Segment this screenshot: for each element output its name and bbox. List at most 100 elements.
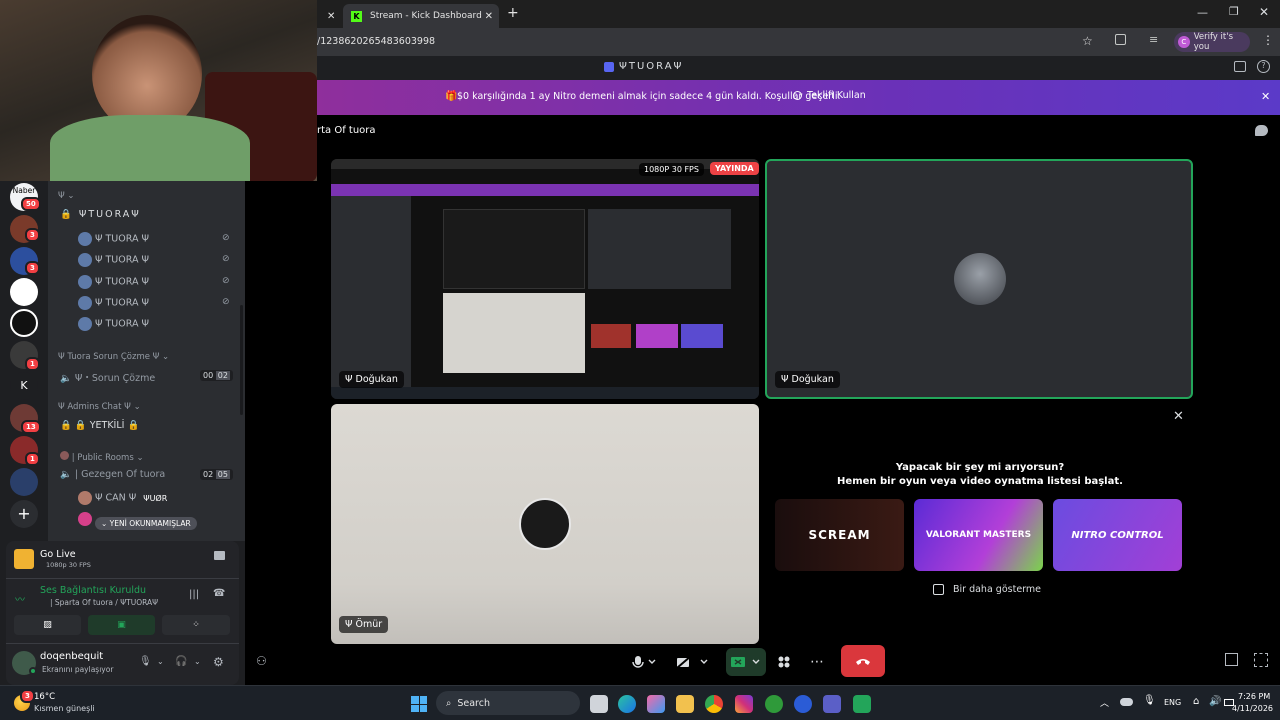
browser-tab-kick[interactable]: K Stream - Kick Dashboard ✕ [343, 4, 499, 28]
promo-button[interactable]: Teklifi Kullan [793, 90, 866, 101]
clock-date[interactable]: 4/11/2026 [1232, 704, 1273, 713]
toggle-screenshare-button[interactable]: ▣ [88, 615, 155, 635]
chevron-down-icon[interactable]: ⌄ [157, 657, 164, 666]
activity-close-icon[interactable]: ✕ [1173, 409, 1184, 424]
minimize-button[interactable]: — [1197, 6, 1208, 19]
xbox-icon[interactable] [765, 695, 783, 713]
discord-taskbar-icon[interactable] [853, 695, 871, 713]
mic-toggle-icon[interactable]: 🎙 [139, 656, 152, 667]
chat-bubble-icon[interactable] [1255, 125, 1268, 136]
stop-stream-icon[interactable] [214, 551, 225, 560]
help-icon[interactable]: ? [1257, 60, 1270, 73]
teams-icon[interactable] [823, 695, 841, 713]
activities-button[interactable] [772, 648, 796, 676]
bookmark-star-icon[interactable]: ☆ [1082, 34, 1093, 48]
username[interactable]: doqenbequit [40, 651, 103, 662]
chrome-icon[interactable] [705, 695, 723, 713]
edge-icon[interactable] [618, 695, 636, 713]
instagram-icon[interactable] [735, 695, 753, 713]
weather-desc[interactable]: Kısmen güneşli [34, 704, 95, 713]
voice-user[interactable]: Ψ TUORA Ψ [78, 296, 149, 310]
screenshare-tile[interactable]: 1080P 30 FPS YAYINDA Ψ Doğukan [331, 159, 759, 399]
category-header[interactable]: Ψ Admins Chat Ψ ⌄ [58, 402, 141, 412]
voice-user[interactable]: Ψ TUORA Ψ [78, 232, 149, 246]
browser-address-bar: /1238620265483603998 ☆ ≡ C Verify it's y… [317, 28, 1280, 56]
participant-tile[interactable]: Ψ Doğukan [765, 159, 1193, 399]
voice-channel[interactable]: 🔈 | Gezegen Of tuora [60, 469, 165, 480]
activity-card-nitro-control[interactable]: NITRO CONTROL [1053, 499, 1182, 571]
extensions-icon[interactable] [1115, 34, 1126, 45]
server-icon[interactable] [10, 278, 38, 306]
mic-tray-icon[interactable]: 🎙 [1143, 695, 1156, 706]
start-button[interactable] [411, 696, 427, 712]
toggle-camera-button[interactable]: ▨ [14, 615, 81, 635]
close-window-button[interactable]: ✕ [1259, 5, 1269, 19]
camera-button[interactable] [672, 648, 714, 676]
profile-chip[interactable]: C Verify it's you [1174, 32, 1250, 52]
screenshare-button[interactable] [726, 648, 766, 676]
participant-tile[interactable]: Ψ Ömür [331, 404, 759, 644]
lock-icon: 🔒 [60, 420, 72, 431]
server-icon[interactable] [10, 468, 38, 496]
fullscreen-icon[interactable] [1254, 653, 1268, 667]
task-view-icon[interactable] [590, 695, 608, 713]
taskbar-search[interactable]: ⌕ Search [436, 691, 580, 715]
clock-time[interactable]: 7:26 PM [1238, 692, 1270, 701]
popout-icon[interactable] [1225, 653, 1238, 666]
server-icon[interactable] [10, 309, 38, 337]
user-avatar [78, 296, 92, 310]
disconnect-voice-icon[interactable]: ☎ [213, 588, 225, 599]
copilot-icon[interactable] [647, 695, 665, 713]
tab-close-icon[interactable]: ✕ [327, 11, 335, 22]
add-friend-icon[interactable]: ⚇ [256, 654, 267, 668]
activity-card-title: NITRO CONTROL [1071, 529, 1164, 541]
checkbox-box[interactable] [933, 584, 944, 595]
voice-user[interactable]: Ψ TUORA Ψ [78, 317, 149, 331]
text-channel[interactable]: 🔒 🔒 YETKİLİ 🔒 [60, 420, 139, 431]
volume-icon[interactable]: 🔊 [1209, 696, 1221, 707]
tab-close-icon[interactable]: ✕ [485, 11, 493, 22]
language-indicator[interactable]: ENG [1164, 698, 1181, 707]
restore-button[interactable]: ❐ [1229, 5, 1239, 18]
voice-user[interactable]: Ψ TUORA Ψ [78, 253, 149, 267]
server-icon-k[interactable]: K [10, 372, 38, 400]
onedrive-icon[interactable] [1120, 698, 1133, 706]
activity-card-valorant[interactable]: VALORANT MASTERS [914, 499, 1043, 571]
promo-close-icon[interactable]: ✕ [1261, 90, 1270, 103]
network-icon[interactable]: ⌂ [1193, 696, 1199, 707]
chevron-down-icon[interactable]: ⌄ [194, 657, 201, 666]
ea-icon[interactable] [794, 695, 812, 713]
user-panel: Go Live 1080p 30 FPS 〰 Ses Bağlantısı Ku… [6, 541, 239, 685]
file-explorer-icon[interactable] [676, 695, 694, 713]
noise-suppression-icon[interactable]: ||| [189, 589, 199, 600]
voice-channel-path[interactable]: | Sparta Of tuora / ΨTUORAΨ [50, 598, 158, 607]
voice-channel[interactable]: 🔈 Ψ・Sorun Çözme [60, 370, 155, 384]
url-field[interactable]: /1238620265483603998 [317, 36, 435, 47]
tray-chevron-icon[interactable]: ︿ [1100, 696, 1109, 709]
voice-status[interactable]: Ses Bağlantısı Kuruldu [40, 585, 146, 596]
reading-list-icon[interactable]: ≡ [1149, 33, 1158, 46]
category-header[interactable]: Ψ Tuora Sorun Çözme Ψ ⌄ [58, 352, 169, 362]
mic-button[interactable] [622, 648, 666, 676]
headphones-icon[interactable]: 🎧 [175, 656, 187, 667]
weather-temp[interactable]: 16°C [34, 692, 55, 702]
browser-tab-partial[interactable]: ✕ [317, 4, 341, 28]
category-header[interactable]: | Public Rooms ⌄ [60, 451, 144, 463]
voice-user[interactable]: Ψ CAN Ψ ΨUØR [78, 491, 167, 505]
activity-card-scream[interactable]: SCREAM [775, 499, 904, 571]
unread-pill[interactable]: ⌄ YENİ OKUNMAMIŞLAR [95, 517, 197, 530]
voice-channel[interactable]: 🔒 ΨTUORAΨ [60, 209, 141, 220]
add-server-button[interactable]: + [10, 500, 38, 528]
browser-menu-icon[interactable]: ⋮ [1262, 33, 1274, 47]
new-tab-button[interactable]: + [507, 5, 519, 21]
inbox-icon[interactable] [1234, 61, 1246, 72]
more-options-button[interactable]: ⋯ [805, 648, 829, 676]
voice-user[interactable]: Ψ TUORA Ψ [78, 275, 149, 289]
dont-show-checkbox[interactable]: Bir daha gösterme [933, 584, 1041, 595]
disconnect-button[interactable] [841, 645, 885, 677]
category-header[interactable]: Ψ ⌄ [58, 191, 75, 201]
scrollbar[interactable] [240, 305, 243, 415]
voice-user[interactable] [78, 512, 92, 526]
activity-button[interactable]: ⁘ [162, 615, 230, 635]
settings-gear-icon[interactable]: ⚙ [213, 655, 224, 669]
